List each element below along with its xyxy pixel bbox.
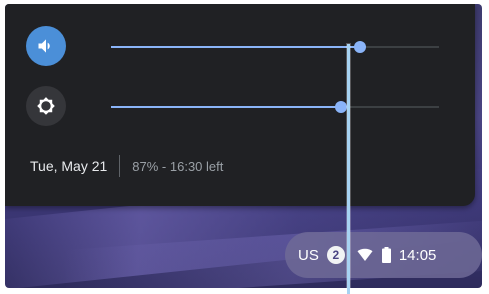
volume-button[interactable] [26, 26, 66, 66]
footer-divider [119, 155, 121, 177]
brightness-row [5, 84, 475, 132]
volume-slider[interactable] [111, 41, 439, 53]
volume-row [5, 24, 475, 72]
brightness-button[interactable] [26, 86, 66, 126]
battery-status-text: 87% - 16:30 left [132, 158, 224, 174]
battery-icon [381, 247, 391, 263]
callout-line [347, 44, 350, 294]
volume-icon [38, 39, 50, 53]
clock: 14:05 [398, 246, 437, 264]
wifi-icon [357, 248, 373, 262]
date-label[interactable]: Tue, May 21 [30, 158, 107, 174]
screen: Tue, May 21 87% - 16:30 left US 2 14:05 [0, 0, 489, 294]
volume-slider-fill [111, 46, 361, 48]
brightness-slider[interactable] [111, 101, 439, 113]
brightness-icon [37, 97, 55, 115]
status-footer: Tue, May 21 87% - 16:30 left [30, 154, 223, 178]
volume-slider-thumb[interactable] [354, 41, 367, 53]
notification-count-badge: 2 [326, 246, 345, 264]
brightness-slider-thumb[interactable] [334, 101, 347, 113]
input-method-label: US [298, 246, 319, 264]
brightness-slider-fill [111, 106, 341, 108]
status-tray[interactable]: US 2 14:05 [285, 232, 482, 278]
desktop: Tue, May 21 87% - 16:30 left US 2 14:05 [5, 4, 482, 288]
quick-settings-panel: Tue, May 21 87% - 16:30 left [5, 4, 475, 206]
